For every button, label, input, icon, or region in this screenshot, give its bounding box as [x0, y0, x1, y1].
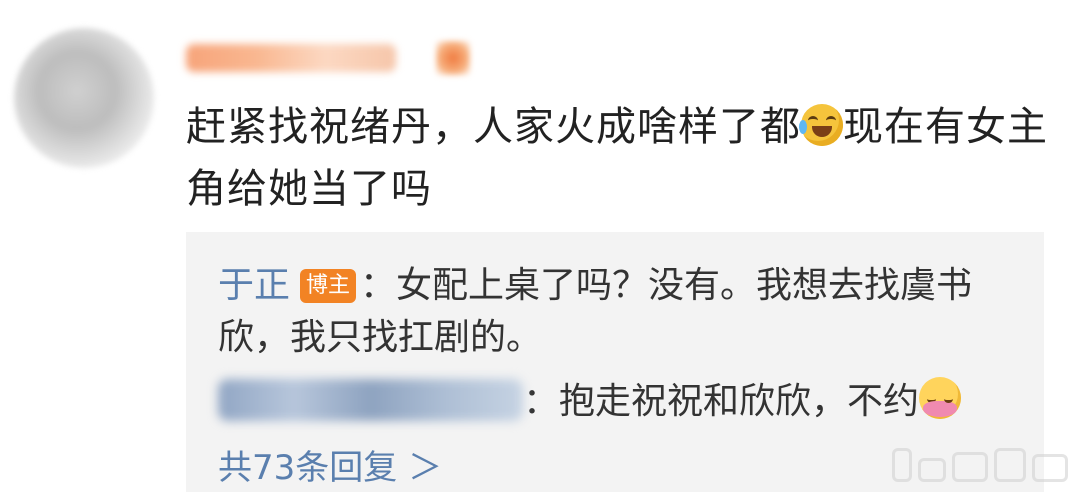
avatar[interactable]	[14, 28, 154, 168]
username-blurred[interactable]	[186, 38, 486, 78]
reply-author-name-blurred[interactable]	[218, 379, 523, 421]
reply-item[interactable]: ：抱走祝祝和欣欣，不约	[218, 376, 1018, 428]
reply-item[interactable]: 于正 博主 ：女配上桌了吗？没有。我想去找虞书欣，我只找扛剧的。	[218, 260, 1018, 364]
username-blur-mask	[186, 44, 396, 72]
laughing-crying-emoji-icon	[799, 104, 843, 146]
shy-blush-emoji-icon	[919, 377, 962, 419]
comment-text-part1: 赶紧找祝绪丹，人家火成啥样了都	[186, 104, 801, 150]
blogger-badge: 博主	[300, 269, 357, 303]
watermark-logo	[892, 448, 1068, 482]
user-level-icon	[436, 41, 470, 75]
reply-separator: ：	[360, 265, 397, 306]
comment-text: 赶紧找祝绪丹，人家火成啥样了都 现在有女主角给她当了吗	[186, 96, 1056, 220]
view-more-replies-link[interactable]: 共73条回复 ＞	[218, 446, 442, 490]
reply-text: 抱走祝祝和欣欣，不约	[559, 381, 920, 422]
reply-separator: ：	[523, 381, 560, 422]
reply-author-name[interactable]: 于正	[218, 265, 290, 306]
